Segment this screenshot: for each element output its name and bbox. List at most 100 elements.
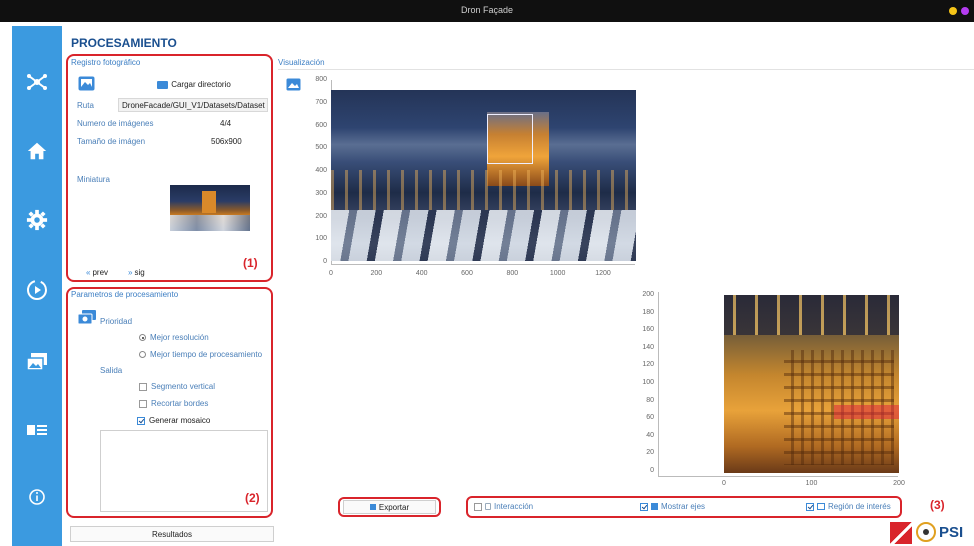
params-group-label: Parametros de procesamiento xyxy=(71,290,179,299)
vertical-segment-label: Segmento vertical xyxy=(151,382,216,391)
image-size-value: 506x900 xyxy=(211,137,242,146)
university-shield-logo xyxy=(890,522,912,544)
option-roi[interactable]: Región de interés xyxy=(806,502,891,511)
roi-label: Región de interés xyxy=(828,502,891,511)
checkbox-generate-mosaic[interactable] xyxy=(137,416,145,425)
psi-circle-icon xyxy=(916,522,936,542)
plot1-y-tick-label: 400 xyxy=(315,167,327,174)
generate-mosaic-label: Generar mosaico xyxy=(149,416,211,425)
checkbox-show-axes[interactable] xyxy=(640,502,648,511)
show-axes-label: Mostrar ejes xyxy=(661,502,706,511)
load-directory-button[interactable]: Cargar directorio xyxy=(154,77,234,92)
priority-label: Prioridad xyxy=(100,317,133,326)
plot2-y-tick-label: 0 xyxy=(650,467,654,474)
plot2-y-tick-label: 100 xyxy=(642,379,654,386)
plot2-spires xyxy=(724,295,899,335)
plot2-x-tick-label: 100 xyxy=(805,480,818,487)
prev-button[interactable]: « prev xyxy=(86,268,108,277)
plot1-x-tick-label: 1000 xyxy=(549,270,566,277)
num-images-label: Numero de imágenes xyxy=(77,119,154,128)
priority-icon xyxy=(77,309,97,328)
option-crop-borders[interactable]: Recortar bordes xyxy=(139,399,208,408)
info-icon xyxy=(29,489,45,505)
plot1-x-axis xyxy=(331,264,635,265)
checkbox-interaction[interactable] xyxy=(474,502,482,511)
checkbox-vertical-segment[interactable] xyxy=(139,382,147,391)
export-button[interactable]: Exportar xyxy=(343,500,436,514)
next-button[interactable]: » sig xyxy=(128,268,145,277)
plot2-x-axis xyxy=(658,476,898,477)
title-bar: Dron Façade xyxy=(0,0,974,22)
lock-icon xyxy=(485,503,491,510)
image-folder-icon xyxy=(78,76,95,93)
gallery-nav-button[interactable] xyxy=(23,348,51,376)
crop-borders-label: Recortar bordes xyxy=(151,399,209,408)
info-nav-button[interactable] xyxy=(23,483,51,511)
plot1-x-tick-label: 0 xyxy=(329,270,333,277)
option-best-time[interactable]: Mejor tiempo de procesamiento xyxy=(139,350,262,359)
home-nav-button[interactable] xyxy=(23,137,51,165)
checkbox-roi[interactable] xyxy=(806,502,814,511)
minimize-dot[interactable] xyxy=(949,7,957,15)
report-nav-button[interactable] xyxy=(23,416,51,444)
interaction-label: Interacción xyxy=(494,502,534,511)
plot2-y-tick-label: 160 xyxy=(642,326,654,334)
process-nav-button[interactable] xyxy=(23,276,51,304)
checkbox-crop-borders[interactable] xyxy=(139,399,147,408)
results-button[interactable]: Resultados xyxy=(70,526,274,542)
window-title: Dron Façade xyxy=(460,5,514,15)
settings-nav-button[interactable] xyxy=(23,206,51,234)
thumbnail-image xyxy=(170,185,250,231)
plot2-y-tick-label: 80 xyxy=(646,396,654,404)
plot2-y-tick-label: 180 xyxy=(642,308,654,316)
close-dot[interactable] xyxy=(961,7,969,15)
plot1-roi-rectangle xyxy=(487,114,533,164)
plot1-x-tick-label: 800 xyxy=(506,270,519,277)
plot1-image xyxy=(331,90,636,261)
plot2-y-tick-label: 120 xyxy=(642,361,654,369)
plot2-y-tick-label: 60 xyxy=(646,414,654,422)
gear-icon xyxy=(26,209,48,231)
option-vertical-segment[interactable]: Segmento vertical xyxy=(139,382,215,391)
plot2-y-tick-label: 20 xyxy=(646,449,654,457)
plot1-lights xyxy=(331,170,636,210)
images-icon xyxy=(26,353,47,371)
plot2-y-tick-label: 200 xyxy=(642,291,654,298)
sidebar xyxy=(12,26,62,546)
num-images-value: 4/4 xyxy=(220,119,232,128)
plot1-y-tick-label: 0 xyxy=(323,258,327,265)
thumbnail-label: Miniatura xyxy=(77,175,110,184)
visual-group-label: Visualización xyxy=(278,58,325,67)
image-size-label: Tamaño de imágen xyxy=(77,137,146,146)
psi-logo-text: PSI xyxy=(939,523,964,541)
next-label: sig xyxy=(134,268,145,277)
ruta-field[interactable]: DroneFacade/GUI_V1/Datasets/Dataset xyxy=(118,98,268,112)
plot1-y-tick-label: 600 xyxy=(315,121,327,129)
radio-best-resolution[interactable] xyxy=(139,334,146,341)
visual-image-icon xyxy=(286,78,301,93)
best-resolution-label: Mejor resolución xyxy=(150,333,209,342)
prev-label: prev xyxy=(92,268,109,277)
plot2-image xyxy=(724,295,899,473)
plot1-y-tick-label: 200 xyxy=(315,212,327,220)
drone-nav-button[interactable] xyxy=(23,68,51,96)
next-arrows-icon: » xyxy=(128,268,133,277)
log-textarea[interactable] xyxy=(100,430,268,512)
roi-icon xyxy=(817,503,825,510)
option-show-axes[interactable]: Mostrar ejes xyxy=(640,502,705,511)
option-best-resolution[interactable]: Mejor resolución xyxy=(139,333,209,342)
prev-arrows-icon: « xyxy=(86,268,91,277)
option-generate-mosaic[interactable]: Generar mosaico xyxy=(137,416,210,425)
grid-icon xyxy=(651,503,658,510)
plot1-y-tick-label: 800 xyxy=(315,76,327,83)
results-label: Resultados xyxy=(151,529,193,539)
home-icon xyxy=(27,142,47,160)
psi-logo: PSI xyxy=(916,522,963,542)
plot2-y-axis xyxy=(658,292,659,476)
option-interaction[interactable]: Interacción xyxy=(474,502,533,511)
export-label: Exportar xyxy=(378,502,410,512)
radio-best-time[interactable] xyxy=(139,351,146,358)
plot1-y-tick-label: 100 xyxy=(315,235,327,243)
annotation-label-1: (1) xyxy=(243,256,258,270)
ruta-label: Ruta xyxy=(77,101,94,110)
